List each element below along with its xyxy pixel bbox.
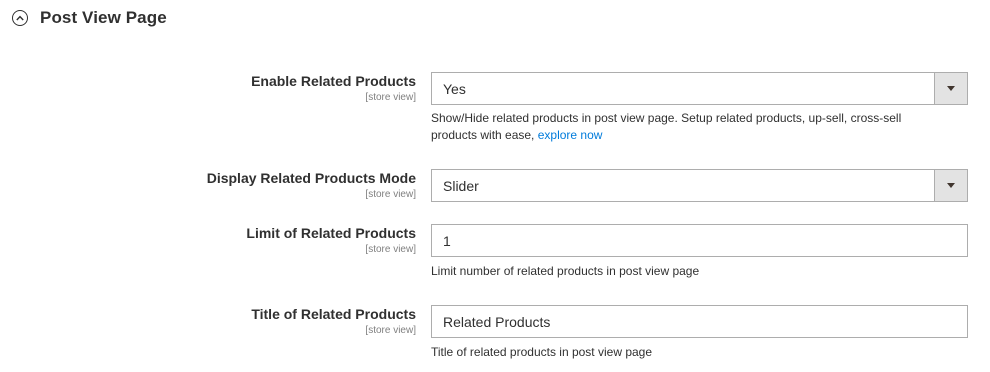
select-value: Slider — [443, 177, 479, 194]
limit-related-products-input[interactable]: 1 — [431, 224, 968, 257]
field-label-title-related-products: Title of Related Products — [251, 306, 416, 322]
scope-label: [store view] — [365, 92, 416, 103]
input-value: Related Products — [443, 313, 551, 330]
field-label-display-related-products-mode: Display Related Products Mode — [206, 170, 416, 186]
scope-label: [store view] — [365, 325, 416, 336]
explore-now-link[interactable]: explore now — [538, 128, 603, 142]
dropdown-arrow-icon[interactable] — [934, 170, 967, 201]
dropdown-arrow-icon[interactable] — [934, 73, 967, 104]
section-title: Post View Page — [40, 8, 167, 27]
field-note-title-related-products: Title of related products in post view p… — [431, 345, 653, 359]
title-related-products-input[interactable]: Related Products — [431, 305, 968, 338]
input-value: 1 — [443, 232, 451, 249]
note-text: Show/Hide related products in post view … — [431, 111, 902, 142]
field-label-enable-related-products: Enable Related Products — [251, 73, 416, 89]
section-header-post-view-page[interactable]: Post View Page — [12, 8, 167, 28]
field-note-enable-related-products: Show/Hide related products in post view … — [431, 110, 941, 144]
select-value: Yes — [443, 80, 466, 97]
circle-chevron-up-icon[interactable] — [12, 10, 28, 26]
display-related-products-mode-select[interactable]: Slider — [431, 169, 968, 202]
scope-label: [store view] — [365, 244, 416, 255]
field-label-limit-related-products: Limit of Related Products — [246, 225, 416, 241]
enable-related-products-select[interactable]: Yes — [431, 72, 968, 105]
field-note-limit-related-products: Limit number of related products in post… — [431, 264, 700, 278]
scope-label: [store view] — [365, 189, 416, 200]
